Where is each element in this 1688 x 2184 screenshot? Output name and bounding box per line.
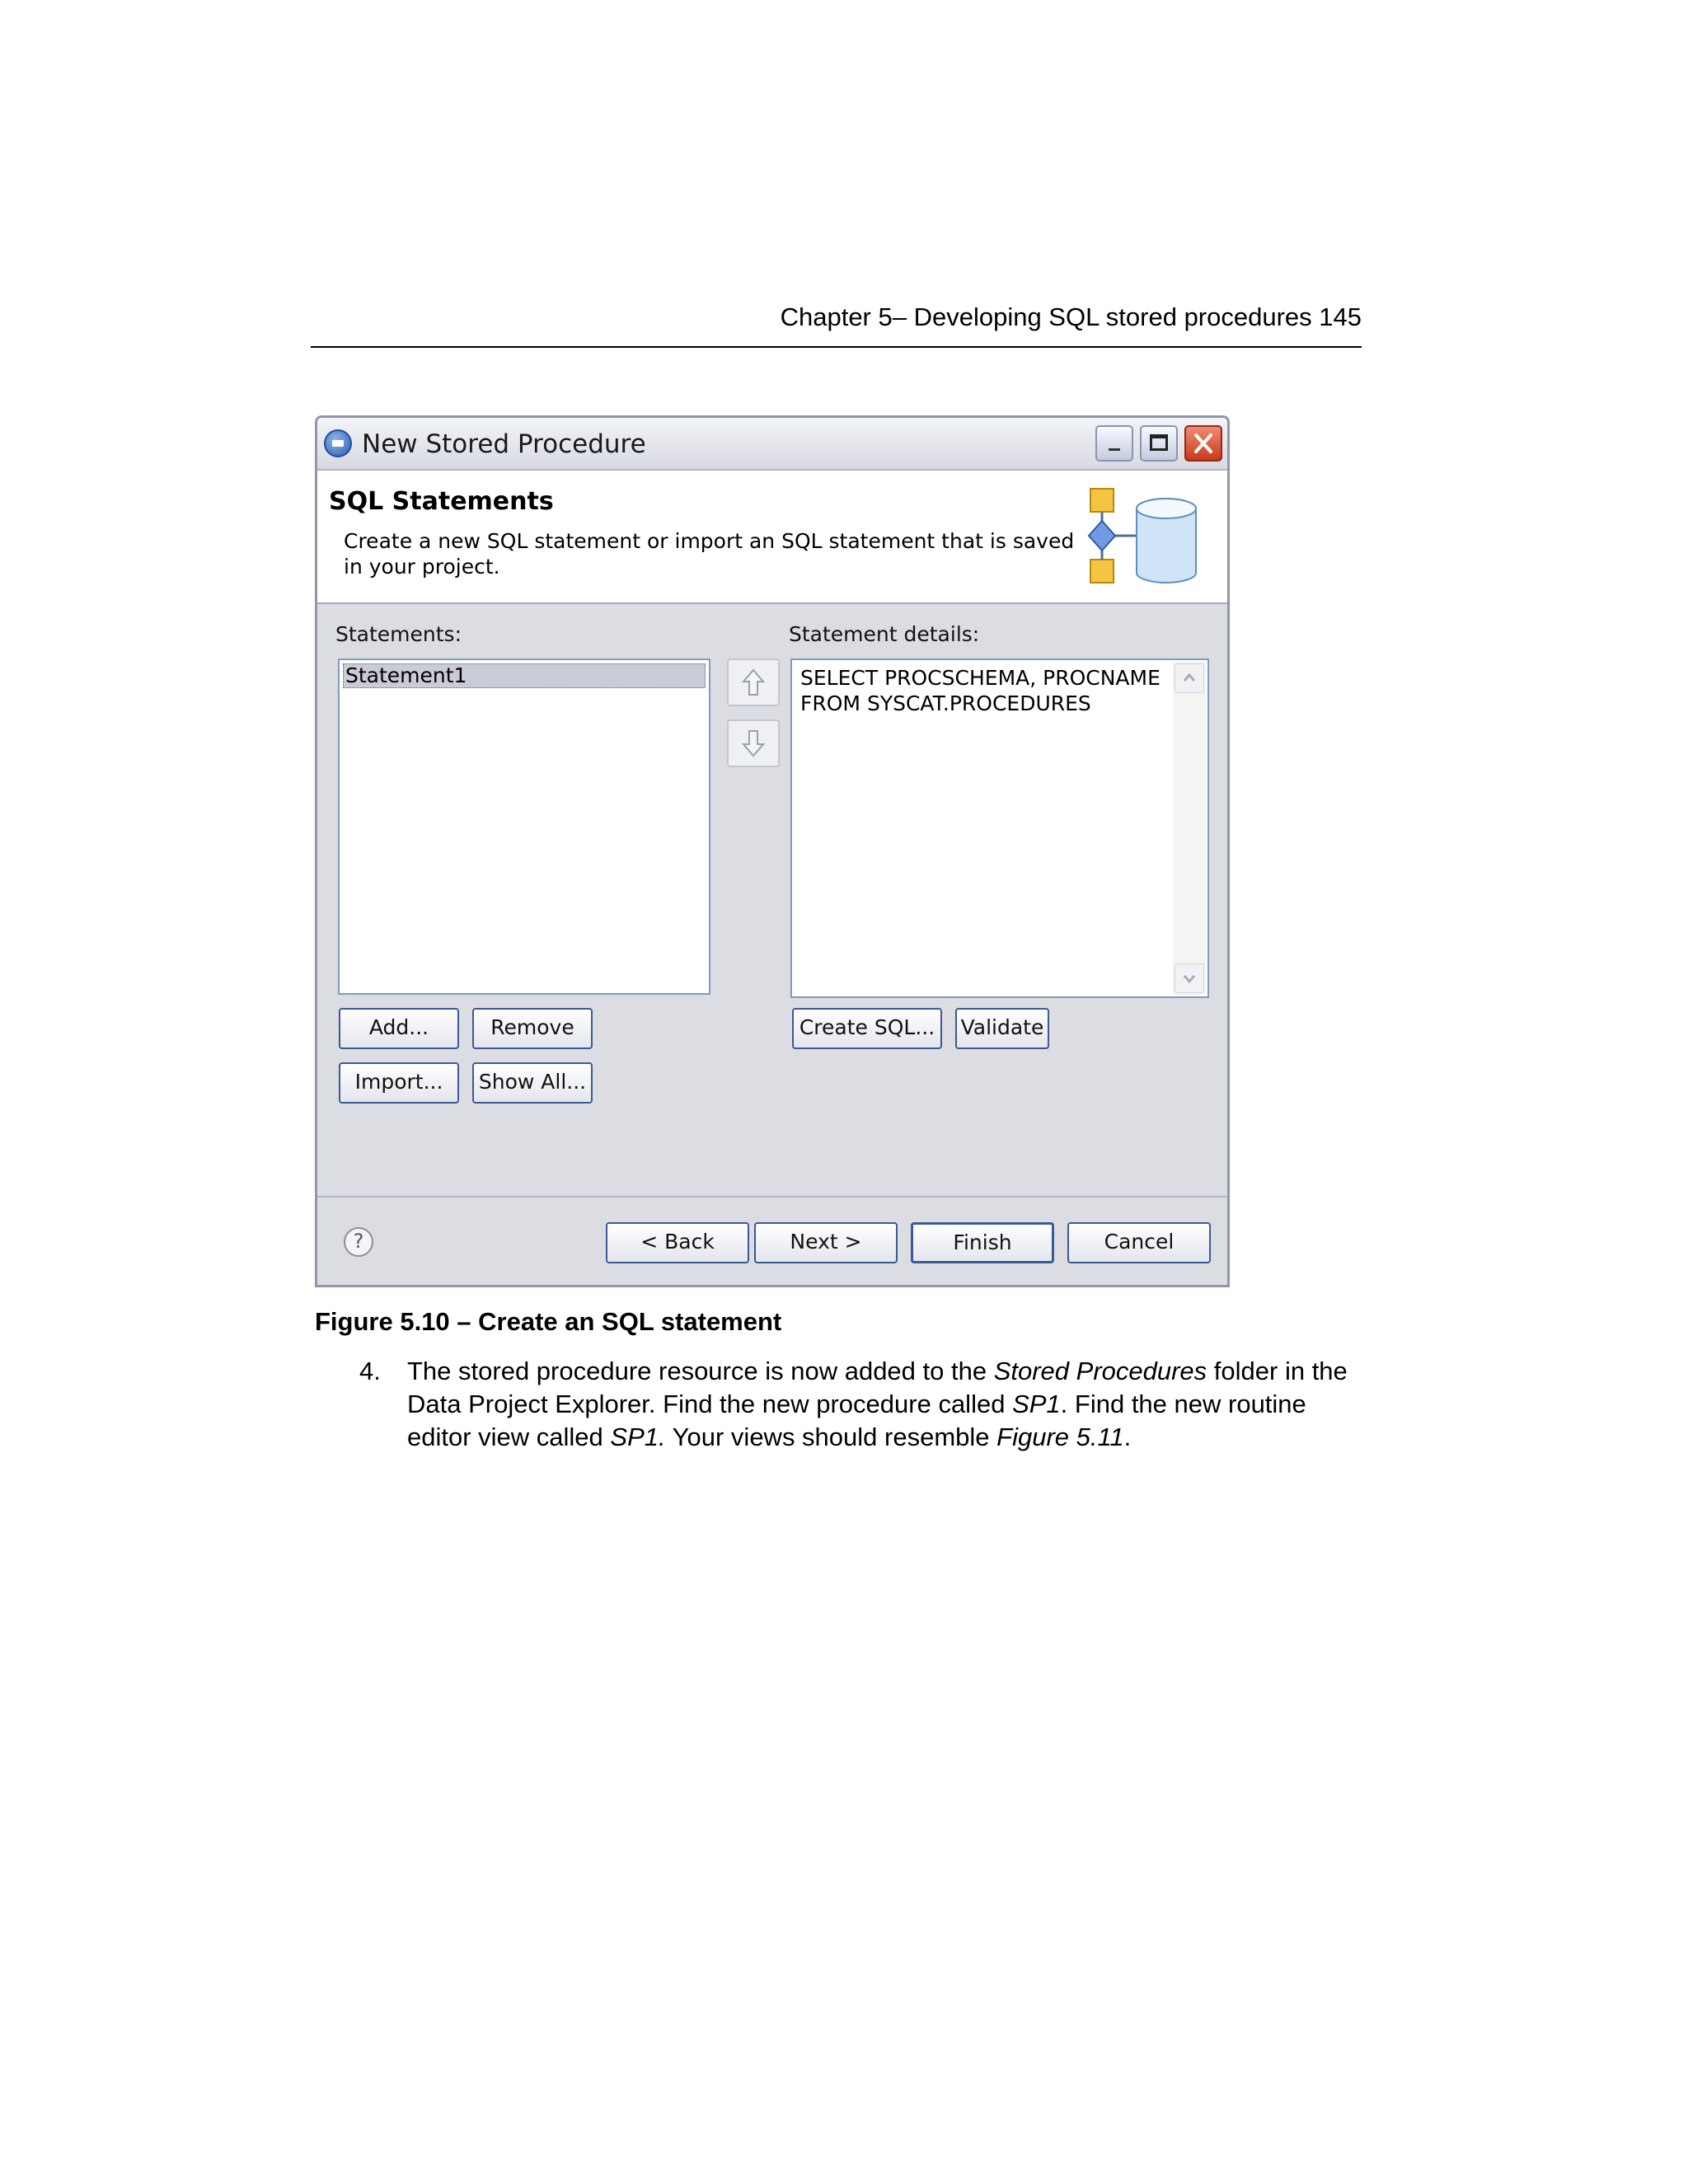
page-header: Chapter 5– Developing SQL stored procedu…: [780, 302, 1362, 331]
close-icon: [1194, 434, 1212, 453]
remove-button[interactable]: Remove: [472, 1008, 593, 1049]
finish-button[interactable]: Finish: [911, 1222, 1054, 1263]
scroll-up-icon: [1183, 673, 1196, 682]
scroll-up-button[interactable]: [1175, 663, 1204, 693]
database-wizard-icon: [1087, 488, 1197, 583]
page-description: Create a new SQL statement or import an …: [344, 529, 1075, 579]
page-title: SQL Statements: [329, 487, 554, 516]
figure-caption: Figure 5.10 – Create an SQL statement: [315, 1307, 782, 1336]
help-icon[interactable]: ?: [344, 1227, 373, 1257]
statement-sql-text[interactable]: SELECT PROCSCHEMA, PROCNAME FROM SYSCAT.P…: [800, 665, 1163, 716]
maximize-icon: [1150, 434, 1168, 451]
next-button[interactable]: Next >: [754, 1222, 898, 1263]
minimize-icon: [1109, 448, 1120, 451]
statement-details-textarea[interactable]: SELECT PROCSCHEMA, PROCNAME FROM SYSCAT.P…: [790, 658, 1209, 998]
add-button[interactable]: Add...: [339, 1008, 459, 1049]
step-emphasis: SP1.: [610, 1422, 666, 1451]
maximize-button[interactable]: [1140, 425, 1178, 462]
step-text-part: .: [1123, 1422, 1132, 1451]
create-sql-button[interactable]: Create SQL...: [792, 1008, 942, 1049]
import-button[interactable]: Import...: [339, 1062, 459, 1104]
back-button[interactable]: < Back: [606, 1222, 749, 1263]
move-up-icon: [741, 668, 766, 696]
move-down-button[interactable]: [727, 719, 780, 767]
validate-button[interactable]: Validate: [955, 1008, 1049, 1049]
sql-line: SELECT PROCSCHEMA, PROCNAME: [800, 666, 1160, 690]
window-title: New Stored Procedure: [362, 429, 646, 459]
step-number: 4.: [359, 1357, 381, 1385]
move-up-button[interactable]: [727, 658, 780, 706]
window-icon: [324, 429, 352, 457]
statements-label: Statements:: [335, 622, 462, 646]
statement-details-label: Statement details:: [789, 622, 980, 646]
vertical-scrollbar[interactable]: [1173, 662, 1206, 995]
new-stored-procedure-dialog: New Stored Procedure SQL Statements Crea…: [315, 415, 1230, 1287]
statements-list[interactable]: Statement1: [338, 658, 710, 995]
step-text-part: Your views should resemble: [665, 1422, 997, 1451]
step-text-part: The stored procedure resource is now add…: [407, 1357, 994, 1385]
minimize-button[interactable]: [1095, 425, 1133, 462]
list-item[interactable]: Statement1: [343, 663, 706, 688]
show-all-button[interactable]: Show All...: [472, 1062, 593, 1104]
footer-separator: [317, 1196, 1227, 1197]
close-button[interactable]: [1184, 425, 1222, 462]
move-down-icon: [741, 730, 766, 757]
step-emphasis: SP1: [1012, 1390, 1061, 1418]
step-text: The stored procedure resource is now add…: [407, 1355, 1363, 1454]
scroll-down-icon: [1183, 975, 1196, 984]
cancel-button[interactable]: Cancel: [1067, 1222, 1211, 1263]
title-bar[interactable]: New Stored Procedure: [317, 418, 1227, 471]
step-emphasis: Figure 5.11: [996, 1422, 1124, 1451]
step-emphasis: Stored Procedures: [993, 1357, 1207, 1385]
sql-line: FROM SYSCAT.PROCEDURES: [800, 691, 1091, 715]
scroll-down-button[interactable]: [1175, 963, 1204, 993]
header-rule: [311, 346, 1362, 348]
wizard-banner: SQL Statements Create a new SQL statemen…: [317, 471, 1227, 604]
